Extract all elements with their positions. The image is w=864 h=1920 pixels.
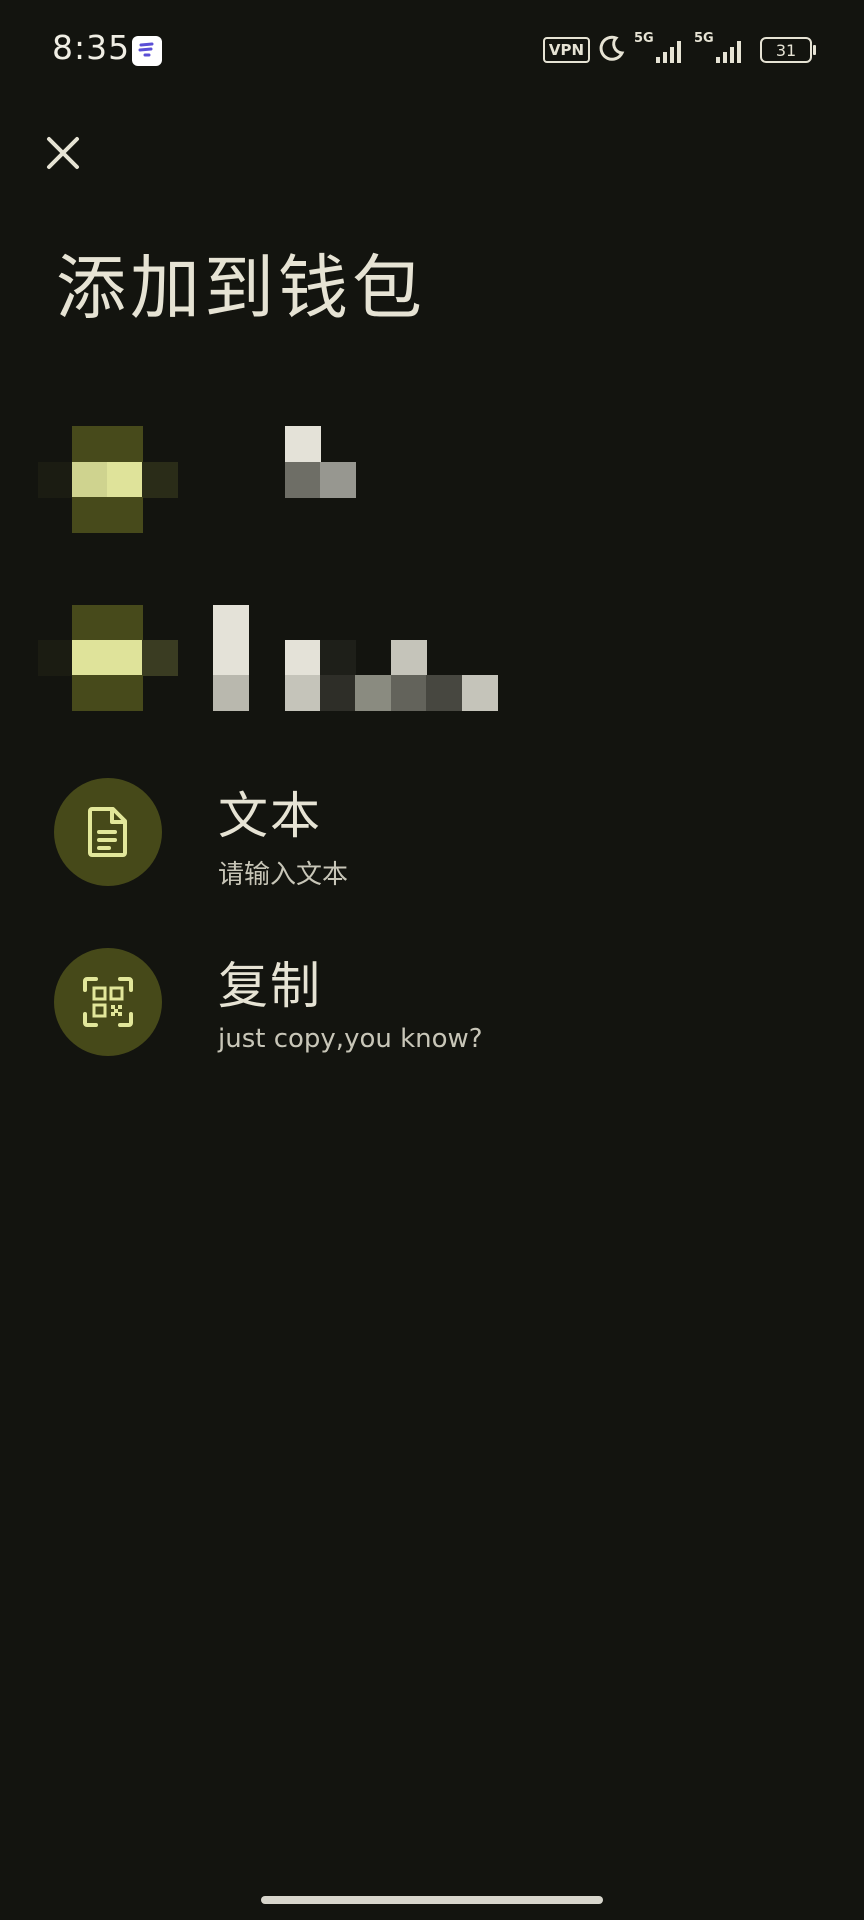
redacted-pixel [391, 675, 427, 711]
redacted-pixel [320, 462, 356, 498]
redacted-pixel [142, 462, 178, 498]
redacted-pixel [213, 675, 249, 711]
redacted-pixel [285, 675, 321, 711]
redacted-pixel [285, 640, 321, 676]
redacted-pixel [391, 640, 427, 676]
moon-icon [598, 34, 626, 66]
close-icon [47, 137, 79, 169]
close-button[interactable] [38, 128, 88, 178]
status-indicators: VPN 5G 5G 31 [542, 31, 816, 66]
option-text-icon-circle [54, 778, 162, 886]
redacted-pixel [107, 675, 143, 711]
redacted-pixel [38, 462, 74, 498]
redacted-pixel [285, 426, 321, 462]
redacted-pixel [38, 640, 74, 676]
signal-icon-sim1: 5G [634, 31, 686, 65]
redacted-pixel [320, 640, 356, 676]
redacted-pixel [107, 426, 143, 462]
redacted-pixel [72, 605, 108, 641]
vpn-badge: VPN [542, 37, 590, 63]
option-copy-icon-circle [54, 948, 162, 1056]
qr-scan-icon [83, 977, 133, 1027]
redacted-pixel [72, 462, 108, 498]
redacted-pixel [285, 462, 321, 498]
page-title: 添加到钱包 [56, 247, 426, 329]
redacted-pixel [213, 640, 249, 676]
option-text-title: 文本 [218, 787, 322, 845]
redacted-pixel [72, 640, 108, 676]
redacted-pixel [72, 675, 108, 711]
redacted-pixel [426, 675, 462, 711]
redacted-pixel [355, 675, 391, 711]
document-icon [88, 807, 127, 857]
redacted-pixel [107, 462, 143, 498]
battery-icon: 31 [760, 37, 816, 63]
battery-level: 31 [775, 40, 797, 60]
home-indicator[interactable] [261, 1896, 603, 1904]
option-text[interactable]: 文本 请输入文本 [0, 770, 864, 910]
redacted-pixel [72, 426, 108, 462]
option-copy[interactable]: 复制 just copy,you know? [0, 940, 864, 1080]
status-bar: 8:35 VPN 5G 5G 31 [0, 0, 864, 100]
option-text-subtitle: 请输入文本 [218, 860, 349, 890]
redacted-pixel [72, 497, 108, 533]
redacted-pixel [462, 675, 498, 711]
status-time: 8:35 [52, 28, 131, 67]
signal-icon-sim2: 5G [694, 31, 746, 65]
redacted-pixel [107, 497, 143, 533]
app-notification-icon [132, 36, 162, 66]
redacted-pixel [213, 605, 249, 641]
redacted-pixel [107, 640, 143, 676]
redacted-pixel [320, 675, 356, 711]
option-copy-title: 复制 [218, 957, 322, 1015]
redacted-pixel [107, 605, 143, 641]
option-copy-subtitle: just copy,you know? [218, 1024, 483, 1054]
redacted-pixel [142, 640, 178, 676]
